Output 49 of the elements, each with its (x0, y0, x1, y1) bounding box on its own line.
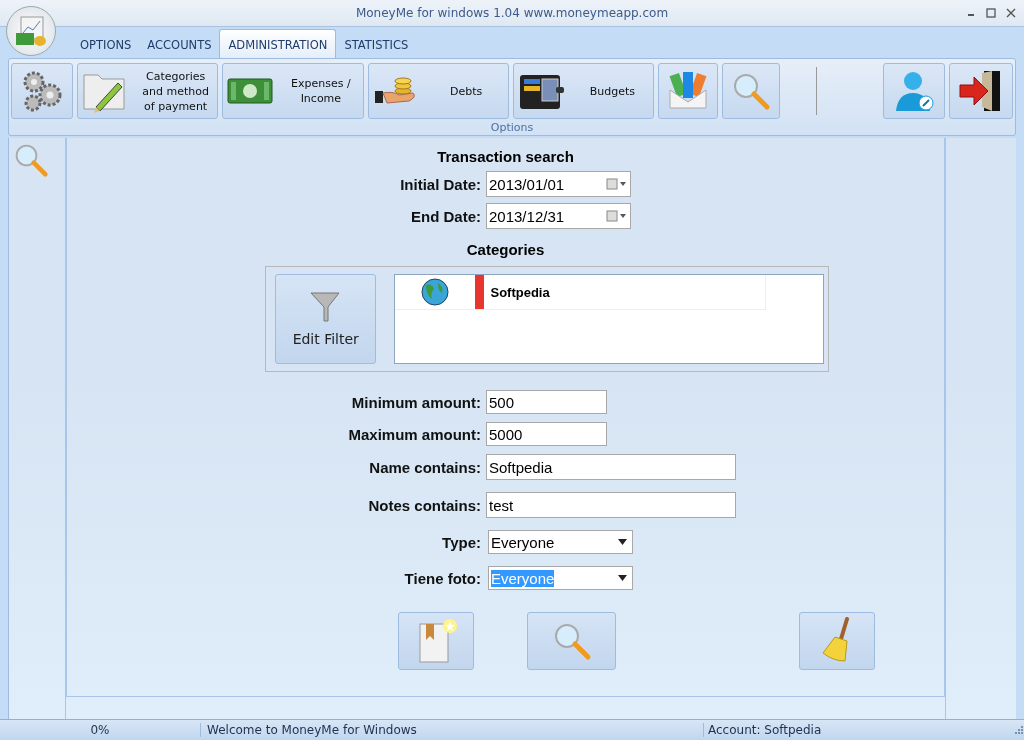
field-label: Notes contains: (367, 496, 481, 514)
field-label: End Date: (410, 207, 481, 225)
ribbon-tab[interactable]: ADMINISTRATION (219, 29, 337, 58)
ribbon-button[interactable]: Expenses / Income (222, 63, 364, 119)
dropdown[interactable]: Everyone (488, 530, 633, 554)
globe-icon (420, 277, 451, 307)
field-label: Name contains: (368, 458, 481, 476)
search-icon (13, 142, 49, 178)
field-label: Type: (441, 533, 481, 551)
banknote-icon (227, 76, 274, 106)
ribbon-button[interactable]: Budgets (512, 63, 654, 119)
bookmark-button[interactable] (398, 612, 474, 670)
maximize-icon[interactable] (986, 8, 996, 18)
caret-icon (618, 539, 627, 545)
window-title: MoneyMe for windows 1.04 www.moneymeapp.com (355, 6, 669, 20)
ribbon-tab[interactable]: ACCOUNTS (139, 30, 220, 58)
field-label: Tiene foto: (403, 569, 481, 587)
input-field[interactable]: 5000 (486, 422, 607, 446)
input-field[interactable]: 500 (486, 390, 607, 414)
field-label: Initial Date: (399, 175, 481, 193)
section-title: Categories (466, 241, 545, 258)
input-field[interactable]: test (486, 492, 736, 518)
date-picker[interactable]: 2013/12/31 (486, 203, 631, 229)
category-row[interactable]: Softpedia (395, 275, 767, 310)
edit-filter-button[interactable]: Edit Filter (275, 274, 377, 364)
calendar-dropdown-icon (606, 178, 628, 190)
field-label: Minimum amount: (350, 393, 481, 411)
ribbon-group-label: Options (489, 120, 535, 134)
progress-text: 0% (0, 723, 201, 737)
account-status: Account: Softpedia (707, 723, 823, 737)
clear-button[interactable] (799, 612, 875, 670)
ribbon-tab[interactable]: STATISTICS (336, 30, 417, 58)
status-message: Welcome to MoneyMe for Windows (201, 723, 704, 737)
ribbon-button[interactable]: Debts (367, 63, 509, 119)
field-label: Maximum amount: (347, 425, 481, 443)
calendar-dropdown-icon (606, 210, 628, 222)
ribbon-icon-button[interactable] (949, 63, 1013, 119)
envelope-bills-icon (667, 70, 709, 112)
close-icon[interactable] (1006, 8, 1016, 18)
resize-grip-icon (1014, 725, 1024, 735)
ribbon-tab[interactable]: OPTIONS (72, 30, 140, 58)
funnel-icon (308, 291, 343, 323)
ribbon-button[interactable]: Categories and method of payment (77, 63, 219, 119)
search-icon (731, 71, 771, 111)
section-title: Transaction search (437, 148, 574, 165)
caret-icon (618, 575, 627, 581)
input-field[interactable]: Softpedia (486, 454, 736, 480)
date-picker[interactable]: 2013/01/01 (486, 171, 631, 197)
search-button[interactable] (527, 612, 616, 670)
